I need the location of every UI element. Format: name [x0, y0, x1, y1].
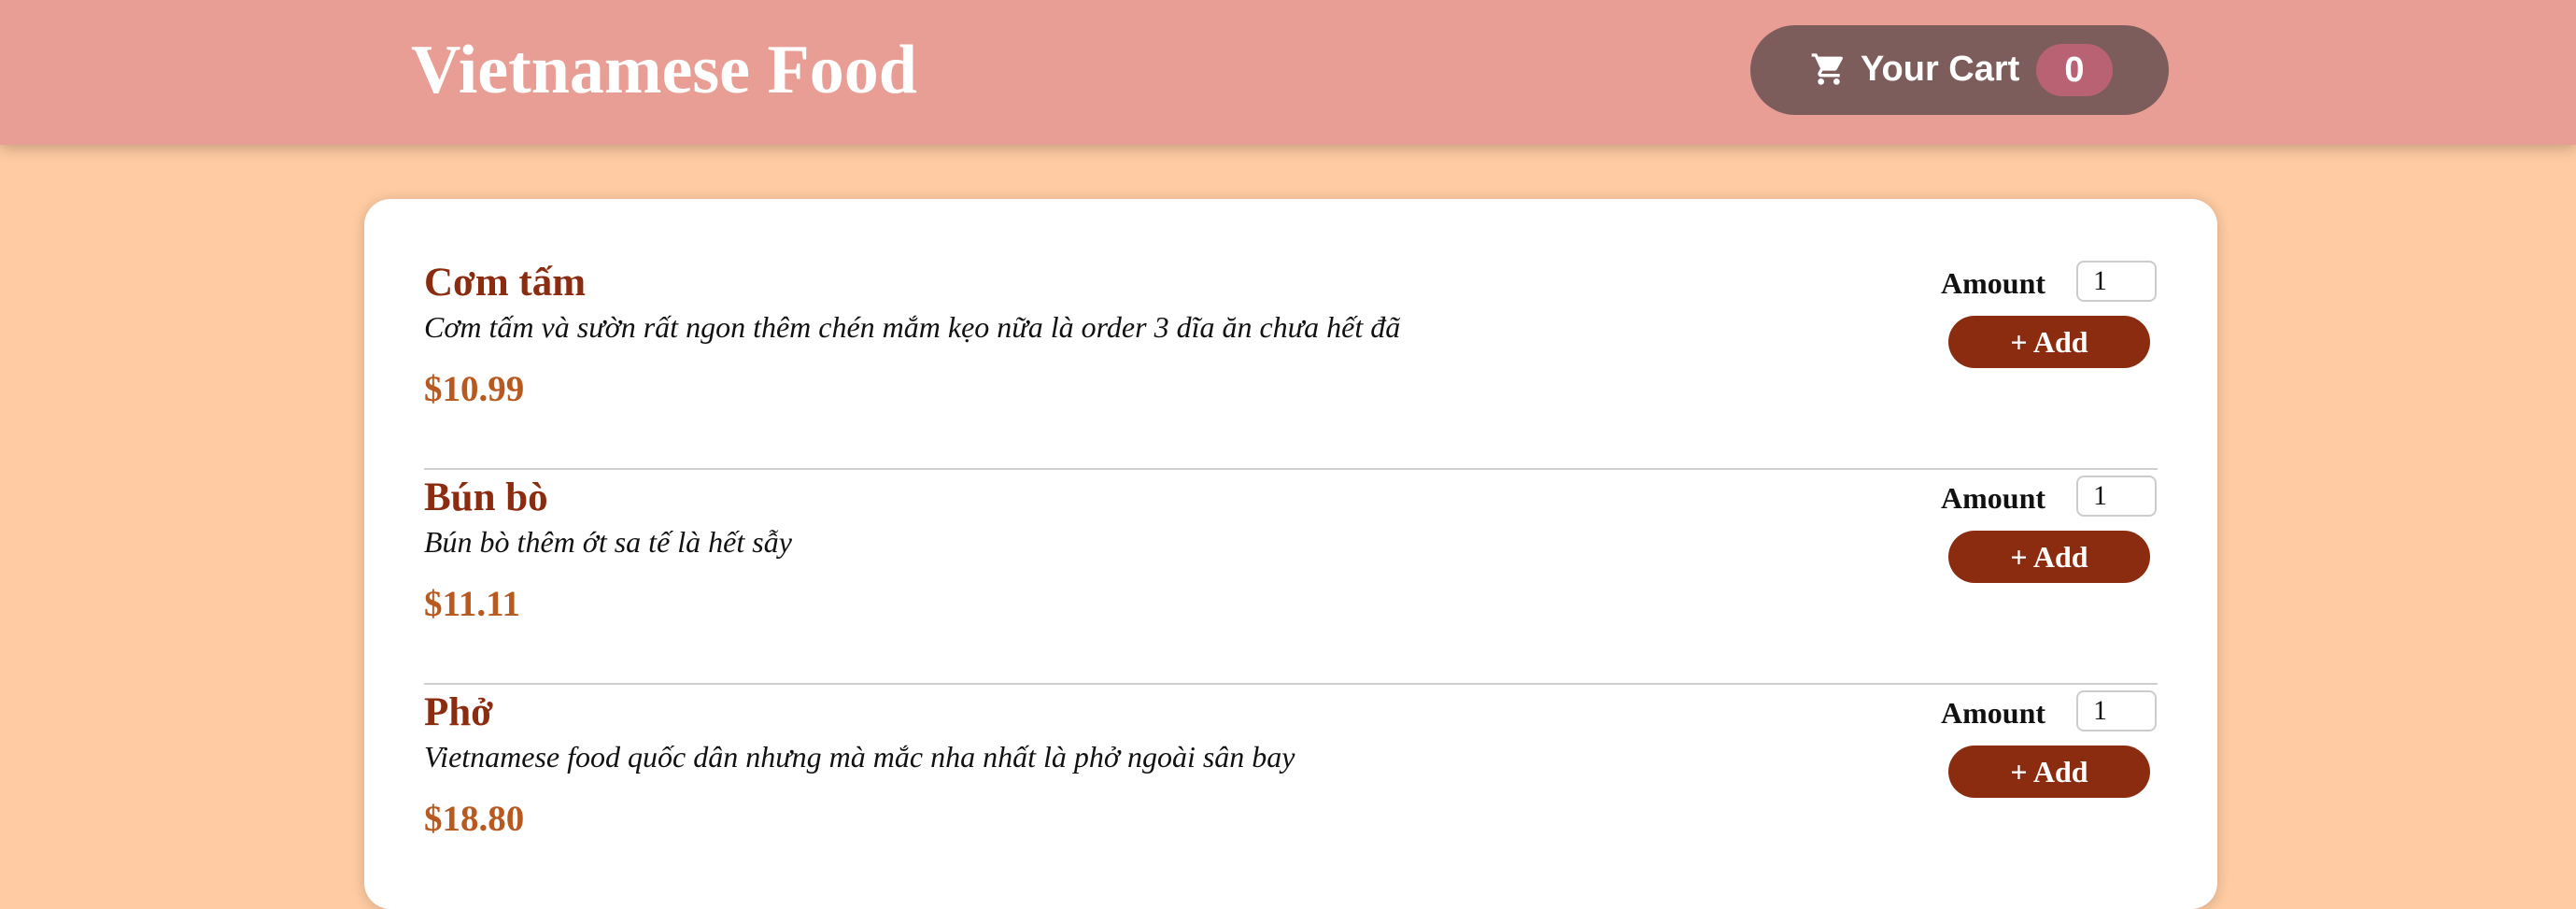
cart-count-badge: 0: [2036, 44, 2113, 96]
add-button[interactable]: + Add: [1948, 316, 2150, 368]
cart-icon: [1810, 50, 1847, 88]
amount-input[interactable]: [2076, 261, 2157, 302]
meal-price: $10.99: [424, 369, 525, 409]
amount-label: Amount: [1941, 481, 2046, 515]
cart-label: Your Cart: [1861, 50, 2020, 89]
amount-input[interactable]: [2076, 476, 2157, 517]
app-title: Vietnamese Food: [411, 32, 917, 108]
meal-price: $18.80: [424, 799, 525, 839]
meal-price: $11.11: [424, 584, 520, 624]
meal-description: Vietnamese food quốc dân nhưng mà mắc nh…: [424, 740, 1295, 774]
meal-name: Bún bò: [424, 476, 548, 519]
add-button[interactable]: + Add: [1948, 531, 2150, 583]
amount-label: Amount: [1941, 266, 2046, 300]
add-button[interactable]: + Add: [1948, 746, 2150, 798]
amount-input[interactable]: [2076, 690, 2157, 731]
meals-list-card: Cơm tấm Cơm tấm và sườn rất ngon thêm ch…: [364, 199, 2217, 909]
meal-item-bun-bo: Bún bò Bún bò thêm ớt sa tế là hết sẫy $…: [424, 470, 2158, 685]
meal-item-pho: Phở Vietnamese food quốc dân nhưng mà mắ…: [424, 685, 2158, 900]
meal-item-com-tam: Cơm tấm Cơm tấm và sườn rất ngon thêm ch…: [424, 255, 2158, 470]
meal-description: Bún bò thêm ớt sa tế là hết sẫy: [424, 525, 792, 559]
meal-name: Phở: [424, 690, 493, 734]
meal-description: Cơm tấm và sườn rất ngon thêm chén mắm k…: [424, 310, 1401, 344]
meal-name: Cơm tấm: [424, 261, 587, 305]
app-header: Vietnamese Food Your Cart 0: [0, 0, 2576, 145]
cart-button[interactable]: Your Cart 0: [1750, 25, 2169, 115]
amount-label: Amount: [1941, 696, 2046, 730]
